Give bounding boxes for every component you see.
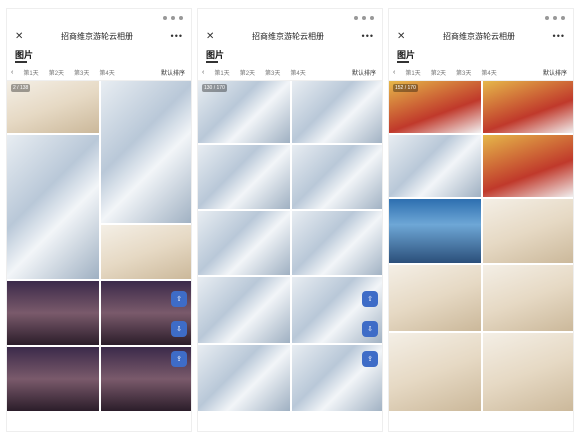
photo-tile[interactable] (7, 347, 99, 411)
photo-grid: 152 / 170 (389, 81, 573, 411)
photo-tile[interactable] (389, 199, 481, 263)
photo-tile[interactable] (483, 265, 573, 331)
photo-tile[interactable] (7, 281, 99, 345)
chevron-left-icon[interactable]: ‹ (202, 69, 204, 76)
tab-day-3[interactable]: 第3天 (74, 68, 89, 77)
photo-counter: 130 / 170 (202, 84, 227, 92)
share-button[interactable]: ⇪ (362, 351, 378, 367)
tab-day-3[interactable]: 第3天 (456, 68, 471, 77)
photo-tile[interactable] (483, 199, 573, 263)
photo-tile[interactable]: 130 / 170 (198, 81, 290, 143)
app-title: 招商维京游轮云相册 (442, 31, 515, 41)
chevron-left-icon[interactable]: ‹ (393, 69, 395, 76)
photo-grid: 130 / 170 ⇧ ⇩ ⇪ (198, 81, 382, 411)
photo-tile[interactable] (483, 135, 573, 197)
photo-tile[interactable] (483, 333, 573, 411)
photo-tile[interactable] (389, 135, 481, 197)
app-title: 招商维京游轮云相册 (251, 31, 324, 41)
tab-day-4[interactable]: 第4天 (290, 68, 305, 77)
share-button[interactable]: ⇪ (171, 351, 187, 367)
photo-tile[interactable] (7, 135, 99, 279)
photo-tile[interactable] (389, 333, 481, 411)
close-icon[interactable]: ✕ (397, 31, 405, 42)
photo-tile[interactable] (198, 145, 290, 209)
tab-day-4[interactable]: 第4天 (481, 68, 496, 77)
close-icon[interactable]: ✕ (15, 31, 23, 42)
photo-tile[interactable] (198, 277, 290, 343)
download-button[interactable]: ⇩ (362, 321, 378, 337)
sort-button[interactable]: 默认排序 (352, 68, 376, 77)
photo-counter: 2 / 138 (11, 84, 31, 92)
photo-tile[interactable] (198, 211, 290, 275)
tab-day-3[interactable]: 第3天 (265, 68, 280, 77)
phone-screen-2: ✕ 招商维京游轮云相册 ••• 图片 ‹ 第1天 第2天 第3天 第4天 默认排… (197, 8, 383, 432)
day-tabs: ‹ 第1天 第2天 第3天 第4天 默认排序 (198, 65, 382, 81)
photo-tile[interactable]: 152 / 170 (389, 81, 481, 133)
day-tabs: ‹ 第1天 第2天 第3天 第4天 默认排序 (389, 65, 573, 81)
share-icon: ⇪ (176, 356, 182, 363)
app-title: 招商维京游轮云相册 (60, 31, 133, 41)
photo-tile[interactable] (389, 265, 481, 331)
photo-tile[interactable] (292, 145, 382, 209)
section-title: 图片 (389, 46, 573, 63)
upload-icon: ⇧ (367, 296, 373, 303)
section-title: 图片 (7, 46, 191, 63)
chevron-left-icon[interactable]: ‹ (11, 69, 13, 76)
photo-tile[interactable] (198, 345, 290, 411)
download-icon: ⇩ (176, 326, 182, 333)
more-icon[interactable]: ••• (171, 31, 183, 41)
download-button[interactable]: ⇩ (171, 321, 187, 337)
section-title: 图片 (198, 46, 382, 63)
title-bar: ✕ 招商维京游轮云相册 ••• (198, 26, 382, 46)
tab-day-1[interactable]: 第1天 (23, 68, 38, 77)
tab-day-2[interactable]: 第2天 (431, 68, 446, 77)
status-bar (7, 9, 191, 26)
sort-button[interactable]: 默认排序 (161, 68, 185, 77)
phone-screen-1: ✕ 招商维京游轮云相册 ••• 图片 ‹ 第1天 第2天 第3天 第4天 默认排… (6, 8, 192, 432)
sort-button[interactable]: 默认排序 (543, 68, 567, 77)
tab-day-1[interactable]: 第1天 (214, 68, 229, 77)
upload-button[interactable]: ⇧ (362, 291, 378, 307)
photo-tile[interactable] (101, 225, 191, 279)
photo-tile[interactable] (292, 211, 382, 275)
photo-tile[interactable] (292, 81, 382, 143)
status-bar (198, 9, 382, 26)
more-icon[interactable]: ••• (553, 31, 565, 41)
photo-grid: 2 / 138 ⇧ ⇩ ⇪ (7, 81, 191, 411)
photo-tile[interactable]: 2 / 138 (7, 81, 99, 133)
download-icon: ⇩ (367, 326, 373, 333)
tab-day-2[interactable]: 第2天 (49, 68, 64, 77)
photo-tile[interactable] (101, 81, 191, 223)
upload-icon: ⇧ (176, 296, 182, 303)
photo-tile[interactable] (483, 81, 573, 133)
tab-day-1[interactable]: 第1天 (405, 68, 420, 77)
phone-screen-3: ✕ 招商维京游轮云相册 ••• 图片 ‹ 第1天 第2天 第3天 第4天 默认排… (388, 8, 574, 432)
tab-day-4[interactable]: 第4天 (99, 68, 114, 77)
share-icon: ⇪ (367, 356, 373, 363)
day-tabs: ‹ 第1天 第2天 第3天 第4天 默认排序 (7, 65, 191, 81)
more-icon[interactable]: ••• (362, 31, 374, 41)
tab-day-2[interactable]: 第2天 (240, 68, 255, 77)
title-bar: ✕ 招商维京游轮云相册 ••• (7, 26, 191, 46)
title-bar: ✕ 招商维京游轮云相册 ••• (389, 26, 573, 46)
close-icon[interactable]: ✕ (206, 31, 214, 42)
upload-button[interactable]: ⇧ (171, 291, 187, 307)
status-bar (389, 9, 573, 26)
photo-counter: 152 / 170 (393, 84, 418, 92)
